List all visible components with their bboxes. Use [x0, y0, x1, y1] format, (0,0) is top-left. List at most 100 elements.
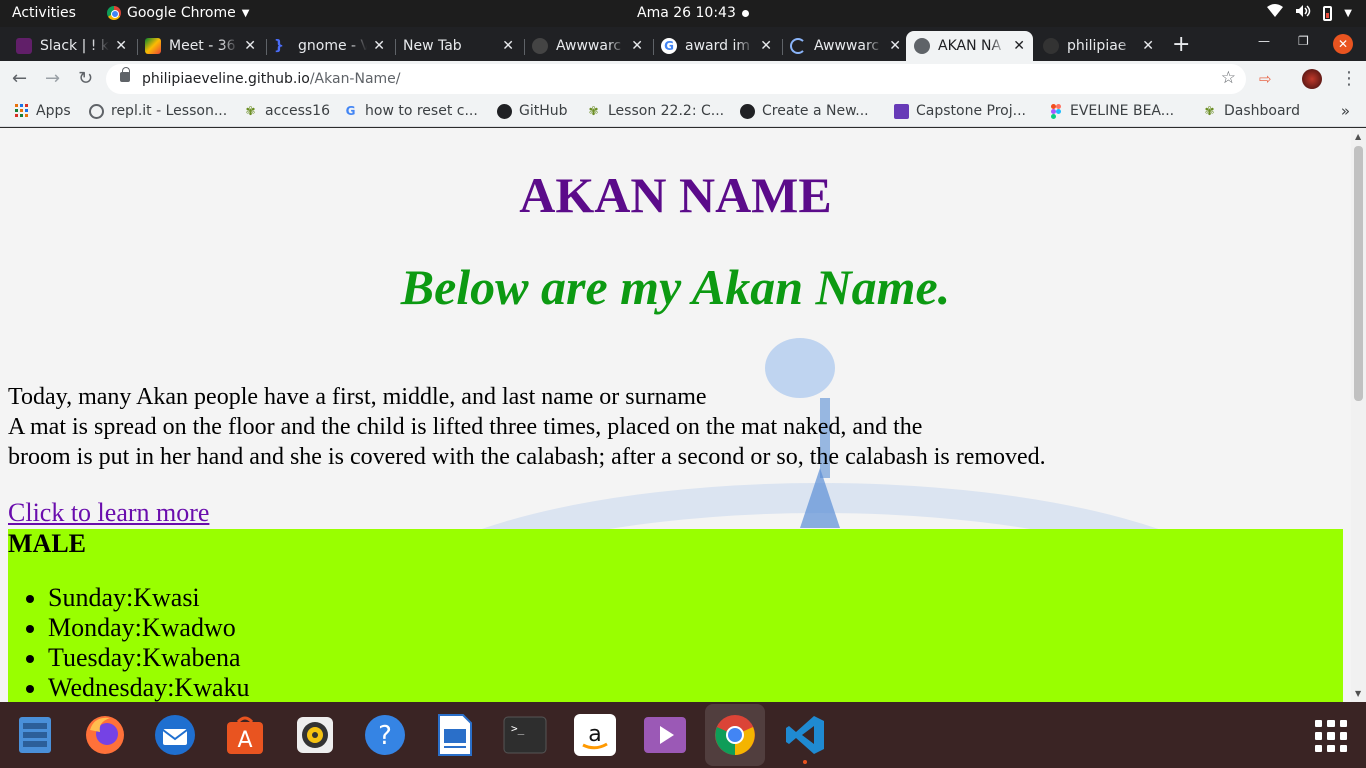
tab-meet[interactable]: Meet - 36 ✕ — [137, 31, 264, 61]
tab-title: Meet - 36 — [169, 38, 236, 54]
videos-icon[interactable] — [642, 712, 688, 758]
bookmark-github[interactable]: GitHub — [497, 103, 568, 119]
bookmark-label: repl.it - Lesson... — [111, 103, 228, 119]
system-top-bar: Activities Google Chrome ▼ Ama 26 10:43 … — [0, 0, 1366, 27]
tab-awwwards-1[interactable]: Awwwarc ✕ — [524, 31, 651, 61]
paragraph-line: A mat is spread on the floor and the chi… — [8, 414, 923, 440]
app-name: Google Chrome — [127, 5, 236, 21]
close-icon[interactable]: ✕ — [502, 38, 514, 54]
close-icon[interactable]: ✕ — [1142, 38, 1154, 54]
system-tray[interactable]: ▼ — [1267, 4, 1352, 22]
window-close-button[interactable]: ✕ — [1333, 34, 1353, 54]
tab-philipiae[interactable]: philipiae ✕ — [1035, 31, 1162, 61]
tab-strip: Slack | ! ke ✕ Meet - 36 ✕ } gnome - V ✕… — [0, 27, 1366, 61]
libreoffice-writer-icon[interactable] — [432, 712, 478, 758]
bookmark-eveline[interactable]: EVELINE BEA... — [1048, 103, 1174, 119]
bookmark-label: EVELINE BEA... — [1070, 103, 1175, 119]
amazon-icon[interactable]: a — [572, 712, 618, 758]
url-path: /Akan-Name/ — [309, 71, 401, 87]
list-item: Wednesday:Kwaku — [48, 673, 1343, 702]
show-applications-icon[interactable] — [1315, 720, 1347, 752]
bookmark-capstone[interactable]: Capstone Proj... — [894, 103, 1026, 119]
close-icon[interactable]: ✕ — [244, 38, 256, 54]
lock-icon — [120, 67, 130, 82]
tab-award-images[interactable]: G award im ✕ — [653, 31, 780, 61]
bookmark-access16[interactable]: ✾ access16 — [243, 103, 330, 119]
tab-akan-name[interactable]: AKAN NA ✕ — [906, 31, 1033, 61]
tree-icon: ✾ — [245, 103, 256, 118]
close-icon[interactable]: ✕ — [889, 38, 901, 54]
terminal-icon[interactable]: >_ — [502, 712, 548, 758]
google-icon: G — [661, 38, 677, 54]
svg-text:>_: >_ — [511, 722, 525, 735]
app-menu[interactable]: Google Chrome ▼ — [107, 5, 249, 21]
vscode-icon[interactable] — [782, 712, 828, 764]
awwwards-icon — [532, 38, 548, 54]
activities-button[interactable]: Activities — [12, 5, 76, 21]
more-bookmarks-icon[interactable]: » — [1341, 102, 1350, 120]
close-icon[interactable]: ✕ — [760, 38, 772, 54]
close-icon[interactable]: ✕ — [373, 38, 385, 54]
bookmark-label: Lesson 22.2: C... — [608, 103, 725, 119]
tab-title: Awwwarc — [556, 38, 622, 54]
clock-text: Ama 26 10:43 — [637, 5, 736, 21]
tab-new-tab[interactable]: New Tab ✕ — [395, 31, 522, 61]
bookmarks-bar: Apps repl.it - Lesson... ✾ access16 G ho… — [0, 97, 1366, 127]
list-item: Sunday:Kwasi — [48, 583, 1343, 613]
bookmark-how-to-reset[interactable]: G how to reset c... — [343, 103, 478, 119]
tab-awwwards-2[interactable]: Awwwarc ✕ — [782, 31, 909, 61]
address-bar[interactable]: philipiaeveline.github.io/Akan-Name/ ☆ — [106, 64, 1246, 94]
bookmark-label: how to reset c... — [365, 103, 478, 119]
globe-icon — [914, 38, 930, 54]
figma-icon — [1048, 103, 1063, 119]
clock[interactable]: Ama 26 10:43 — [637, 5, 749, 21]
close-icon[interactable]: ✕ — [631, 38, 643, 54]
rhythmbox-icon[interactable] — [292, 712, 338, 758]
page-scrollbar[interactable]: ▲ ▼ — [1351, 128, 1366, 702]
tree-icon: ✾ — [588, 103, 599, 118]
tab-title: Slack | ! ke — [40, 38, 109, 54]
scrollbar-thumb[interactable] — [1354, 146, 1363, 401]
tab-title: gnome - V — [298, 38, 368, 54]
battery-icon — [1323, 5, 1333, 21]
bookmark-label: Capstone Proj... — [916, 103, 1026, 119]
firefox-icon[interactable] — [82, 712, 128, 758]
bookmark-lesson-22[interactable]: ✾ Lesson 22.2: C... — [586, 103, 724, 119]
chrome-dock-icon[interactable] — [705, 704, 765, 766]
svg-text:?: ? — [378, 721, 392, 751]
extension-icon[interactable]: ⇨ — [1259, 70, 1272, 88]
paragraph-line: broom is put in her hand and she is cove… — [8, 444, 1046, 470]
software-center-icon[interactable]: A — [222, 712, 268, 758]
bookmark-dashboard[interactable]: ✾ Dashboard — [1202, 103, 1300, 119]
bookmark-replit[interactable]: repl.it - Lesson... — [89, 103, 227, 119]
male-heading: MALE — [8, 529, 86, 558]
close-icon[interactable]: ✕ — [115, 38, 127, 54]
bookmark-label: GitHub — [519, 103, 568, 119]
bookmark-apps[interactable]: Apps — [14, 103, 71, 119]
tab-title: award im — [685, 38, 750, 54]
maximize-button[interactable]: ❐ — [1298, 34, 1309, 48]
tab-gnome[interactable]: } gnome - V ✕ — [266, 31, 393, 61]
files-icon[interactable] — [12, 712, 58, 758]
svg-text:a: a — [588, 722, 601, 747]
reload-button[interactable]: ↻ — [78, 68, 93, 89]
learn-more-link[interactable]: Click to learn more — [8, 498, 209, 528]
bookmark-label: Create a New... — [762, 103, 869, 119]
bookmark-create-new[interactable]: Create a New... — [740, 103, 869, 119]
new-tab-button[interactable]: + — [1172, 34, 1190, 56]
close-icon[interactable]: ✕ — [1013, 38, 1025, 54]
tab-slack[interactable]: Slack | ! ke ✕ — [8, 31, 135, 61]
bookmark-star-icon[interactable]: ☆ — [1221, 68, 1236, 88]
minimize-button[interactable]: — — [1258, 34, 1270, 48]
scroll-down-icon[interactable]: ▼ — [1355, 689, 1361, 698]
menu-kebab-icon[interactable]: ⋮ — [1340, 68, 1358, 89]
help-icon[interactable]: ? — [362, 712, 408, 758]
slack-icon — [16, 38, 32, 54]
profile-avatar[interactable] — [1302, 69, 1322, 89]
running-indicator — [803, 760, 807, 764]
forward-button[interactable]: → — [45, 68, 60, 89]
scroll-up-icon[interactable]: ▲ — [1355, 132, 1361, 141]
back-button[interactable]: ← — [12, 68, 27, 89]
google-icon: G — [345, 103, 356, 118]
thunderbird-icon[interactable] — [152, 712, 198, 758]
